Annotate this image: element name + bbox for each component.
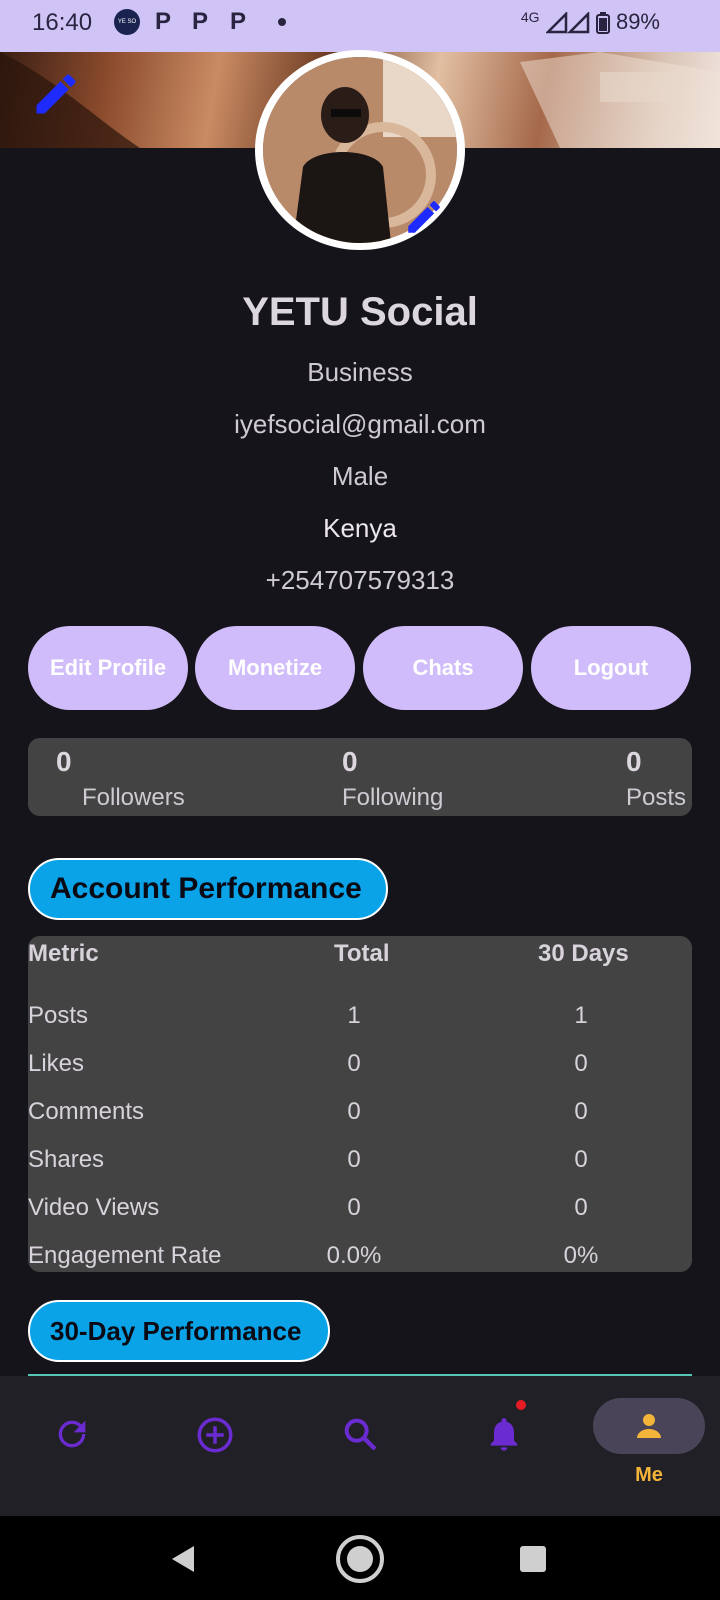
row-label: Video Views <box>28 1194 160 1221</box>
back-icon[interactable] <box>170 1544 198 1574</box>
following-count: 0 <box>342 746 358 777</box>
nav-me-active-indicator[interactable] <box>593 1398 705 1454</box>
edit-profile-button[interactable]: Edit Profile <box>28 626 188 710</box>
row-30-days-value: 0 <box>574 1050 588 1077</box>
notifications-icon <box>490 1418 518 1451</box>
status-bar: 16:40 YE SO P P P 4G 89% <box>0 0 720 52</box>
row-total-value: 1 <box>347 1002 361 1029</box>
row-label: Posts <box>28 1002 89 1029</box>
column-header-30-days: 30 Days <box>538 940 629 967</box>
person-icon <box>637 1414 661 1438</box>
app-notification-icon: YE SO <box>114 9 140 35</box>
row-label: Shares <box>28 1146 105 1173</box>
following-label[interactable]: Following <box>342 784 443 812</box>
row-label: Likes <box>28 1050 85 1077</box>
posts-label[interactable]: Posts <box>626 784 686 812</box>
row-label: Comments <box>28 1098 145 1125</box>
edit-avatar-icon[interactable] <box>403 196 445 238</box>
column-header-metric: Metric <box>28 940 99 967</box>
country: Kenya <box>323 513 397 543</box>
stats-box: 0 Followers 0 Following 0 Posts <box>28 738 692 816</box>
notification-badge <box>516 1400 526 1410</box>
followers-count: 0 <box>56 746 72 777</box>
parking-icon: P <box>192 8 209 35</box>
nav-notifications[interactable] <box>432 1376 576 1516</box>
network-type: 4G <box>520 9 540 25</box>
account-performance-heading: Account Performance <box>28 858 388 920</box>
row-total-value: 0 <box>347 1050 361 1077</box>
metrics-table: Metric Total 30 Days Posts 1 1 Likes 0 0… <box>28 936 692 1272</box>
battery-icon <box>595 12 610 35</box>
account-type: Business <box>307 357 413 387</box>
monetize-button[interactable]: Monetize <box>195 626 355 710</box>
thirty-day-performance-heading: 30-Day Performance <box>28 1300 330 1362</box>
gender: Male <box>331 461 389 491</box>
row-30-days-value: 1 <box>574 1002 588 1029</box>
nav-search[interactable] <box>288 1376 432 1516</box>
row-total-value: 0.0% <box>326 1242 382 1269</box>
add-circle-icon <box>197 1417 233 1453</box>
followers-label[interactable]: Followers <box>82 784 185 812</box>
row-total-value: 0 <box>347 1194 361 1221</box>
search-icon <box>344 1418 377 1451</box>
row-30-days-value: 0 <box>574 1194 588 1221</box>
signal-icon <box>544 11 589 34</box>
network-indicator: 4G 89% <box>521 9 660 35</box>
column-header-total: Total <box>334 940 390 967</box>
edit-cover-icon[interactable] <box>30 68 82 120</box>
nav-refresh[interactable] <box>0 1376 144 1516</box>
bottom-navigation: Me <box>0 1376 720 1516</box>
email: iyefsocial@gmail.com <box>234 409 486 439</box>
system-navigation-bar <box>0 1516 720 1600</box>
phone: +254707579313 <box>265 565 455 595</box>
home-icon[interactable] <box>335 1534 385 1584</box>
battery-percent: 89% <box>615 9 660 34</box>
row-30-days-value: 0 <box>574 1098 588 1125</box>
row-30-days-value: 0 <box>574 1146 588 1173</box>
logout-button[interactable]: Logout <box>531 626 691 710</box>
row-total-value: 0 <box>347 1098 361 1125</box>
parking-icon: P <box>155 8 172 35</box>
profile-name: YETU Social <box>242 290 478 334</box>
status-time: 16:40 <box>32 9 93 36</box>
row-label: Engagement Rate <box>28 1242 222 1269</box>
row-total-value: 0 <box>347 1146 361 1173</box>
posts-count: 0 <box>626 746 642 777</box>
refresh-icon <box>58 1420 86 1448</box>
nav-me-label[interactable]: Me <box>593 1464 705 1487</box>
nav-create[interactable] <box>144 1376 288 1516</box>
parking-icon: P <box>230 8 247 35</box>
more-notifications-dot <box>278 18 286 26</box>
row-30-days-value: 0% <box>563 1242 599 1269</box>
chats-button[interactable]: Chats <box>363 626 523 710</box>
recents-icon[interactable] <box>520 1546 546 1572</box>
